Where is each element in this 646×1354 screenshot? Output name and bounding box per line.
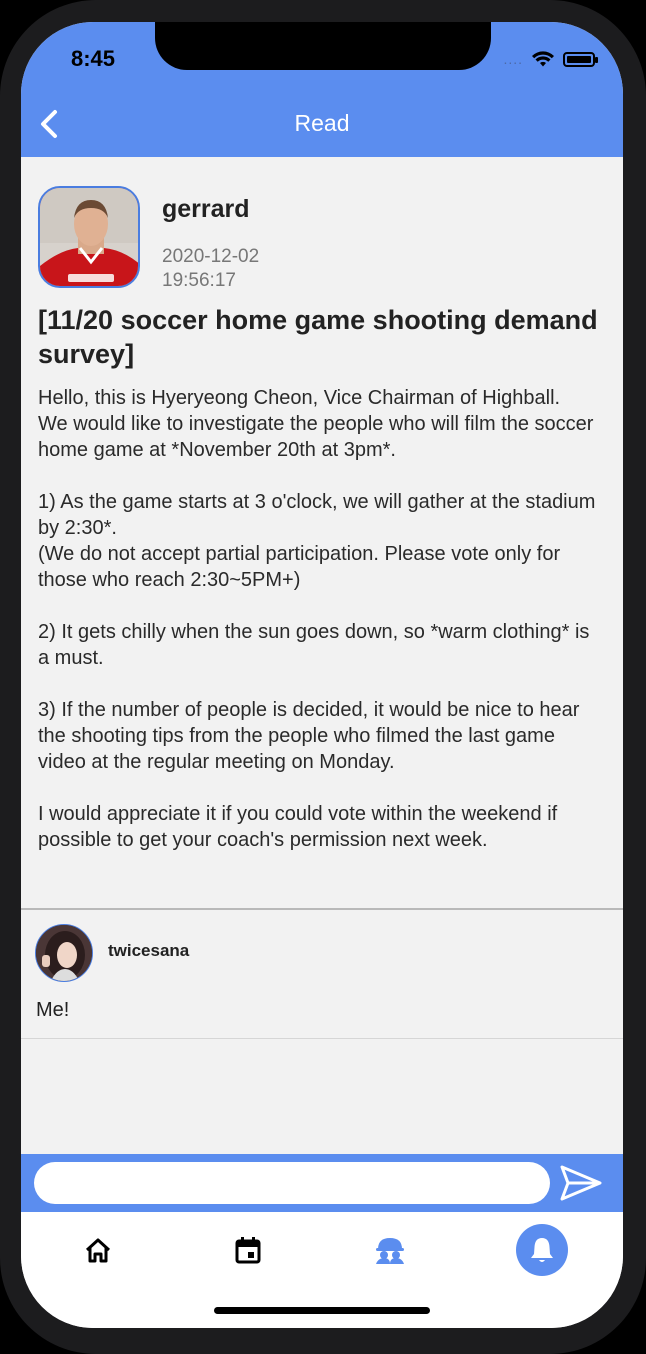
author-name[interactable]: gerrard [162, 195, 250, 224]
post-date-time: 19:56:17 [162, 270, 236, 291]
send-icon [560, 1165, 602, 1201]
tab-bar [21, 1212, 623, 1328]
comment-item: twicesana Me! [21, 910, 623, 1038]
screen: 8:45 .... Read gerrard 2020-12-02 19:56:… [21, 22, 623, 1328]
home-icon [85, 1238, 111, 1263]
post-title: [11/20 soccer home game shooting demand … [38, 305, 598, 369]
tab-community[interactable] [360, 1222, 420, 1278]
commenter-photo [36, 925, 92, 981]
status-icons: .... [503, 50, 598, 68]
wifi-icon [532, 51, 554, 67]
comment-input-bar [21, 1154, 623, 1212]
author-avatar[interactable] [38, 186, 140, 288]
bell-icon [531, 1238, 553, 1262]
post-date-day: 2020-12-02 [162, 246, 260, 267]
comment-input[interactable] [34, 1162, 550, 1204]
author-photo [40, 188, 138, 286]
phone-frame: 8:45 .... Read gerrard 2020-12-02 19:56:… [0, 0, 646, 1354]
battery-icon [563, 51, 598, 67]
home-indicator [214, 1307, 430, 1314]
calendar-icon [235, 1237, 261, 1264]
post-date: 2020-12-02 19:56:17 [162, 245, 322, 293]
tab-calendar[interactable] [218, 1222, 278, 1278]
status-time: 8:45 [71, 46, 116, 71]
commenter-avatar[interactable] [35, 924, 93, 982]
tab-notifications[interactable] [516, 1224, 568, 1276]
comment-text: Me! [36, 999, 70, 1021]
divider [21, 1038, 623, 1039]
tab-home[interactable] [68, 1222, 128, 1278]
community-icon [376, 1238, 404, 1264]
signal-icon: .... [503, 51, 523, 67]
send-button[interactable] [557, 1160, 605, 1206]
commenter-name[interactable]: twicesana [108, 941, 189, 961]
post-body: Hello, this is Hyeryeong Cheon, Vice Cha… [38, 387, 596, 851]
notch [155, 22, 491, 70]
page-title: Read [294, 110, 350, 136]
